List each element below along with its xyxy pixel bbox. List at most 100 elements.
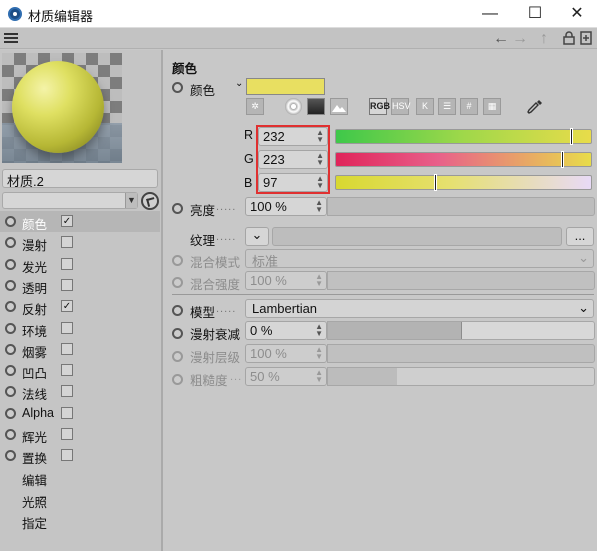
- channel-label: 环境: [22, 324, 48, 339]
- minimize-button[interactable]: —: [476, 3, 504, 25]
- diffuse-falloff-slider[interactable]: [327, 321, 595, 340]
- channel-radio[interactable]: [5, 365, 16, 377]
- channel-radio[interactable]: [5, 279, 16, 291]
- diffuse-falloff-field[interactable]: 0 % ▲ ▼: [245, 321, 327, 340]
- channel-radio[interactable]: [5, 301, 16, 313]
- maximize-button[interactable]: ☐: [521, 3, 549, 25]
- channel-checkbox[interactable]: [61, 321, 73, 334]
- channel-radio[interactable]: [5, 258, 16, 270]
- layer-dropdown[interactable]: ▼: [2, 192, 138, 209]
- channel-radio[interactable]: [5, 407, 16, 419]
- material-name-field[interactable]: 材质.2: [2, 169, 158, 189]
- channel-item[interactable]: 置换: [0, 445, 160, 466]
- chevron-down-icon: ▼: [125, 193, 137, 208]
- channel-item[interactable]: 法线: [0, 381, 160, 402]
- channel-checkbox[interactable]: [61, 428, 73, 440]
- texture-dropdown[interactable]: ⌄: [245, 227, 269, 246]
- channel-item[interactable]: 辉光: [0, 424, 160, 445]
- channel-item[interactable]: 颜色 ✓: [0, 211, 160, 232]
- image-picker-icon[interactable]: [330, 98, 348, 115]
- channel-item[interactable]: 环境: [0, 318, 160, 339]
- extra-item[interactable]: 编辑: [22, 470, 47, 489]
- texture-slot[interactable]: [272, 227, 562, 246]
- menu-icon[interactable]: [4, 31, 18, 45]
- channel-item[interactable]: 反射 ✓: [0, 296, 160, 317]
- b-slider-knob[interactable]: [434, 174, 437, 191]
- channel-checkbox[interactable]: [61, 278, 73, 291]
- g-slider[interactable]: [335, 151, 592, 168]
- channel-radio[interactable]: [5, 216, 16, 227]
- color-mode-button[interactable]: ▦: [483, 98, 501, 115]
- extra-item[interactable]: 指定: [22, 513, 47, 532]
- spinner-icon: ▲ ▼: [315, 368, 323, 384]
- window-title: 材质编辑器: [28, 9, 94, 24]
- color-expand-chevron-icon[interactable]: ⌄: [235, 78, 243, 89]
- spinner-icon[interactable]: ▲ ▼: [315, 323, 323, 338]
- extra-item[interactable]: 光照: [22, 492, 47, 511]
- channel-label: 发光: [22, 260, 48, 275]
- color-label: 颜色: [190, 84, 216, 98]
- channel-item[interactable]: 发光: [0, 254, 160, 275]
- eyedropper-icon[interactable]: [526, 98, 544, 115]
- channel-checkbox[interactable]: [61, 342, 73, 355]
- lock-icon[interactable]: [563, 31, 575, 49]
- forward-arrow-icon[interactable]: →: [512, 31, 528, 47]
- channel-checkbox[interactable]: [61, 236, 73, 249]
- channel-checkbox[interactable]: [61, 449, 73, 462]
- channel-checkbox[interactable]: [61, 406, 73, 419]
- channel-item[interactable]: Alpha: [0, 403, 160, 424]
- channel-radio[interactable]: [5, 237, 16, 249]
- brightness-slider[interactable]: [327, 197, 595, 216]
- brightness-field[interactable]: 100 % ▲ ▼: [245, 197, 327, 216]
- r-label: R: [244, 128, 254, 142]
- model-radio[interactable]: [172, 305, 183, 316]
- model-label: 模型: [190, 306, 216, 320]
- channel-radio[interactable]: [5, 343, 16, 355]
- channel-radio[interactable]: [5, 322, 16, 334]
- color-mode-button[interactable]: RGB: [369, 98, 390, 115]
- channel-checkbox[interactable]: ✓: [61, 300, 73, 313]
- diffuse-falloff-value: 0 %: [250, 323, 273, 338]
- back-arrow-icon[interactable]: ←: [493, 31, 509, 47]
- channel-radio[interactable]: [5, 450, 16, 462]
- color-wheel-small-icon[interactable]: ✲: [246, 98, 264, 115]
- channel-checkbox[interactable]: [61, 364, 73, 377]
- spinner-icon[interactable]: ▲ ▼: [315, 199, 323, 214]
- color-wheel-icon[interactable]: [285, 98, 302, 115]
- diffuse-level-label: 漫射层级: [190, 351, 241, 365]
- r-slider[interactable]: [335, 128, 592, 145]
- diffuse-falloff-radio[interactable]: [172, 328, 183, 339]
- channel-item[interactable]: 透明: [0, 275, 160, 296]
- up-arrow-icon[interactable]: ↑: [540, 31, 548, 47]
- channel-checkbox[interactable]: ✓: [61, 215, 73, 227]
- color-mode-button[interactable]: HSV: [391, 98, 411, 115]
- blend-strength-label: 混合强度: [190, 278, 241, 292]
- brightness-radio[interactable]: [172, 203, 183, 214]
- color-radio[interactable]: [172, 82, 183, 93]
- channel-item[interactable]: 凹凸: [0, 360, 160, 381]
- chevron-down-icon: ⌄: [578, 300, 589, 315]
- material-preview[interactable]: [2, 53, 122, 163]
- close-button[interactable]: ✕: [563, 3, 591, 25]
- color-mode-button[interactable]: ☰: [438, 98, 456, 115]
- diffuse-falloff-label: 漫射衰减: [190, 328, 241, 342]
- channel-item[interactable]: 漫射: [0, 232, 160, 253]
- spectrum-icon[interactable]: [307, 98, 325, 115]
- r-slider-knob[interactable]: [570, 128, 573, 145]
- b-slider[interactable]: [335, 174, 592, 191]
- channel-item[interactable]: 烟雾: [0, 339, 160, 360]
- texture-browse-button[interactable]: ...: [566, 227, 594, 246]
- new-window-icon[interactable]: [580, 31, 592, 49]
- section-title: 颜色: [172, 62, 198, 76]
- color-swatch[interactable]: [246, 78, 325, 95]
- model-dropdown[interactable]: Lambertian ⌄: [245, 299, 594, 318]
- channel-radio[interactable]: [5, 429, 16, 440]
- channel-radio[interactable]: [5, 386, 16, 398]
- color-mode-button[interactable]: #: [460, 98, 478, 115]
- g-slider-knob[interactable]: [561, 151, 564, 168]
- channel-checkbox[interactable]: [61, 257, 73, 270]
- channel-checkbox[interactable]: [61, 385, 73, 398]
- pick-target-icon[interactable]: [141, 192, 159, 210]
- color-mode-button[interactable]: K: [416, 98, 434, 115]
- dots-separator: .....: [216, 303, 237, 315]
